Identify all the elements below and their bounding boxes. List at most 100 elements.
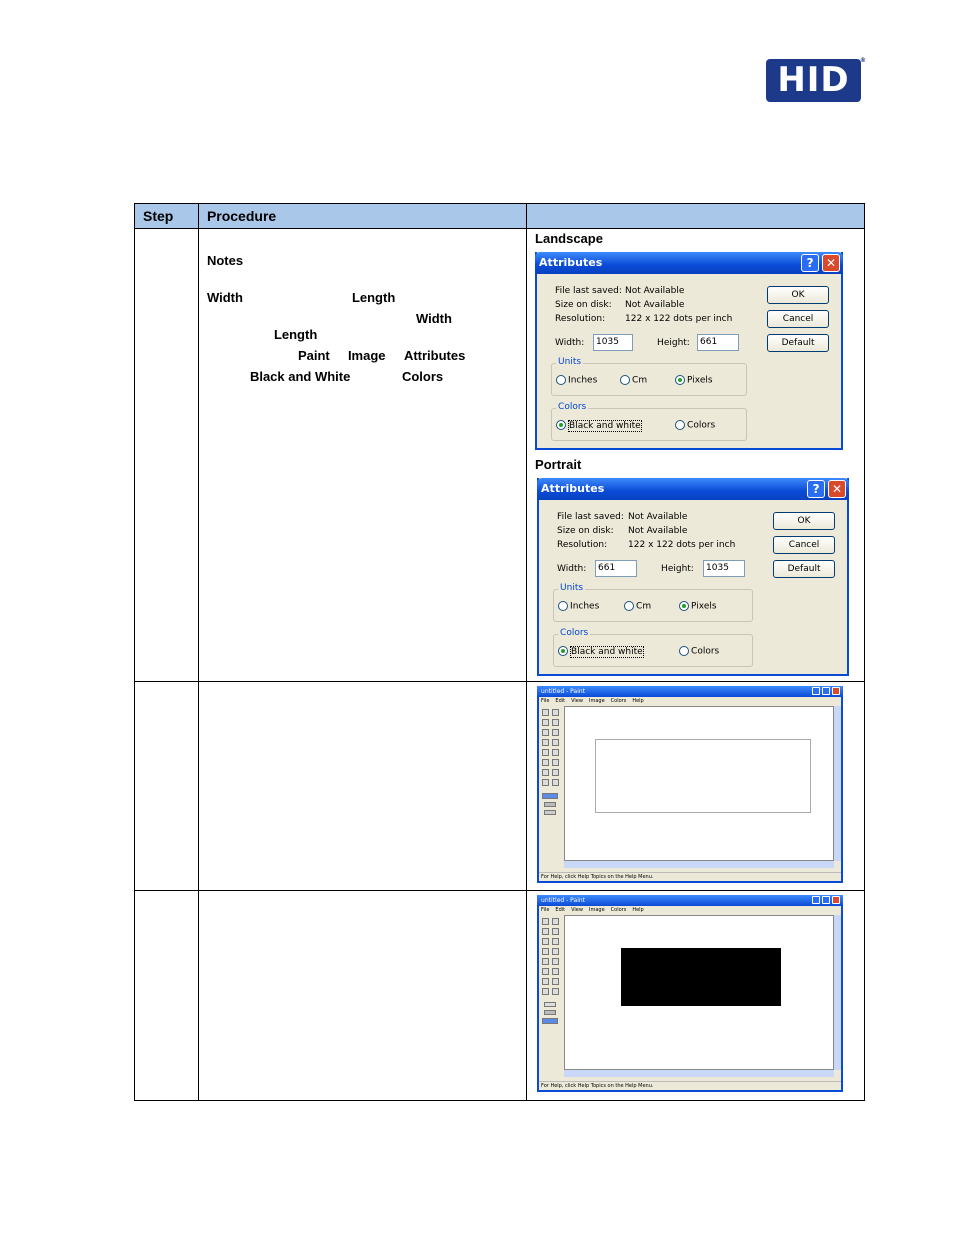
minimize-icon[interactable] bbox=[812, 687, 821, 695]
cm-radio[interactable]: Cm bbox=[624, 601, 651, 612]
empty-rectangle-shape bbox=[595, 739, 812, 813]
line-icon[interactable] bbox=[542, 968, 550, 975]
height-input[interactable]: 661 bbox=[697, 334, 740, 351]
term-colors: Colors bbox=[401, 369, 444, 384]
rounded-rect-icon[interactable] bbox=[552, 779, 560, 786]
close-icon[interactable] bbox=[832, 896, 841, 904]
fill-style-1-icon[interactable] bbox=[542, 793, 559, 799]
ok-button[interactable]: OK bbox=[773, 512, 836, 530]
black-and-white-radio[interactable]: Black and white bbox=[556, 419, 642, 432]
text-icon[interactable] bbox=[552, 749, 560, 756]
menu-view[interactable]: View bbox=[571, 907, 583, 913]
paint-status-bar: For Help, click Help Topics on the Help … bbox=[539, 872, 842, 881]
file-last-saved-value: Not Available bbox=[625, 286, 685, 296]
rect-select-icon[interactable] bbox=[552, 709, 560, 716]
close-icon[interactable]: ✕ bbox=[822, 254, 841, 272]
menu-view[interactable]: View bbox=[571, 698, 583, 704]
step-cell bbox=[134, 890, 199, 1101]
menu-file[interactable]: File bbox=[541, 698, 549, 704]
menu-edit[interactable]: Edit bbox=[555, 698, 565, 704]
curve-icon[interactable] bbox=[552, 968, 560, 975]
default-button[interactable]: Default bbox=[773, 560, 836, 578]
pixels-radio[interactable]: Pixels bbox=[679, 601, 717, 612]
table-row: Notes Width Length Width Length Paint Im… bbox=[134, 228, 865, 682]
select-icon[interactable] bbox=[542, 918, 550, 925]
menu-help[interactable]: Help bbox=[632, 907, 643, 913]
menu-colors[interactable]: Colors bbox=[611, 698, 627, 704]
fill-icon[interactable] bbox=[552, 928, 560, 935]
width-label: Width: bbox=[555, 338, 585, 348]
ellipse-icon[interactable] bbox=[542, 988, 550, 995]
pencil-icon[interactable] bbox=[542, 948, 550, 955]
rect-select-icon[interactable] bbox=[552, 918, 560, 925]
close-icon[interactable]: ✕ bbox=[828, 480, 847, 498]
brush-icon[interactable] bbox=[552, 739, 560, 746]
help-icon[interactable]: ? bbox=[807, 480, 826, 498]
fill-style-2-icon[interactable] bbox=[544, 1010, 557, 1015]
vertical-scrollbar[interactable] bbox=[834, 706, 842, 861]
vertical-scrollbar[interactable] bbox=[834, 915, 842, 1070]
fill-icon[interactable] bbox=[552, 719, 560, 726]
picker-icon[interactable] bbox=[542, 938, 550, 945]
menu-colors[interactable]: Colors bbox=[611, 907, 627, 913]
term-width: Width bbox=[206, 290, 243, 305]
line-icon[interactable] bbox=[542, 759, 550, 766]
pencil-icon[interactable] bbox=[542, 739, 550, 746]
ok-button[interactable]: OK bbox=[767, 286, 830, 304]
size-on-disk-label: Size on disk: bbox=[555, 300, 612, 310]
menu-edit[interactable]: Edit bbox=[555, 907, 565, 913]
curve-icon[interactable] bbox=[552, 759, 560, 766]
fill-style-1-icon[interactable] bbox=[544, 1002, 557, 1007]
magnifier-icon[interactable] bbox=[552, 938, 560, 945]
minimize-icon[interactable] bbox=[812, 896, 821, 904]
ellipse-icon[interactable] bbox=[542, 779, 550, 786]
paint-canvas[interactable] bbox=[564, 706, 835, 861]
width-input[interactable]: 1035 bbox=[593, 334, 634, 351]
menu-help[interactable]: Help bbox=[632, 698, 643, 704]
select-icon[interactable] bbox=[542, 709, 550, 716]
black-and-white-radio[interactable]: Black and white bbox=[558, 645, 644, 658]
procedure-cell: Notes Width Length Width Length Paint Im… bbox=[197, 228, 528, 682]
text-icon[interactable] bbox=[552, 958, 560, 965]
default-button[interactable]: Default bbox=[767, 334, 830, 352]
inches-radio[interactable]: Inches bbox=[558, 601, 599, 612]
help-icon[interactable]: ? bbox=[801, 254, 820, 272]
table-header-row: Step Procedure bbox=[134, 203, 865, 229]
height-input[interactable]: 1035 bbox=[703, 560, 746, 577]
polygon-icon[interactable] bbox=[552, 769, 560, 776]
menu-image[interactable]: Image bbox=[589, 907, 605, 913]
header-image bbox=[526, 203, 865, 229]
maximize-icon[interactable] bbox=[822, 687, 831, 695]
pixels-radio[interactable]: Pixels bbox=[675, 375, 713, 386]
cm-radio[interactable]: Cm bbox=[620, 375, 647, 386]
colors-radio[interactable]: Colors bbox=[679, 646, 719, 657]
horizontal-scrollbar[interactable] bbox=[564, 1070, 835, 1077]
magnifier-icon[interactable] bbox=[552, 729, 560, 736]
rounded-rect-icon[interactable] bbox=[552, 988, 560, 995]
fill-style-3-icon[interactable] bbox=[544, 810, 557, 815]
landscape-caption: Landscape bbox=[535, 231, 603, 246]
fill-style-3-icon[interactable] bbox=[542, 1018, 559, 1024]
maximize-icon[interactable] bbox=[822, 896, 831, 904]
cancel-button[interactable]: Cancel bbox=[767, 310, 830, 328]
airbrush-icon[interactable] bbox=[542, 958, 550, 965]
file-last-saved-label: File last saved: bbox=[555, 286, 622, 296]
width-input[interactable]: 661 bbox=[595, 560, 638, 577]
rectangle-icon[interactable] bbox=[542, 978, 550, 985]
airbrush-icon[interactable] bbox=[542, 749, 550, 756]
inches-radio[interactable]: Inches bbox=[556, 375, 597, 386]
menu-file[interactable]: File bbox=[541, 907, 549, 913]
horizontal-scrollbar[interactable] bbox=[564, 861, 835, 868]
fill-style-2-icon[interactable] bbox=[544, 802, 557, 807]
eraser-icon[interactable] bbox=[542, 719, 550, 726]
picker-icon[interactable] bbox=[542, 729, 550, 736]
menu-image[interactable]: Image bbox=[589, 698, 605, 704]
polygon-icon[interactable] bbox=[552, 978, 560, 985]
close-icon[interactable] bbox=[832, 687, 841, 695]
cancel-button[interactable]: Cancel bbox=[773, 536, 836, 554]
brush-icon[interactable] bbox=[552, 948, 560, 955]
rectangle-icon[interactable] bbox=[542, 769, 550, 776]
colors-radio[interactable]: Colors bbox=[675, 420, 715, 431]
paint-canvas[interactable] bbox=[564, 915, 835, 1070]
eraser-icon[interactable] bbox=[542, 928, 550, 935]
